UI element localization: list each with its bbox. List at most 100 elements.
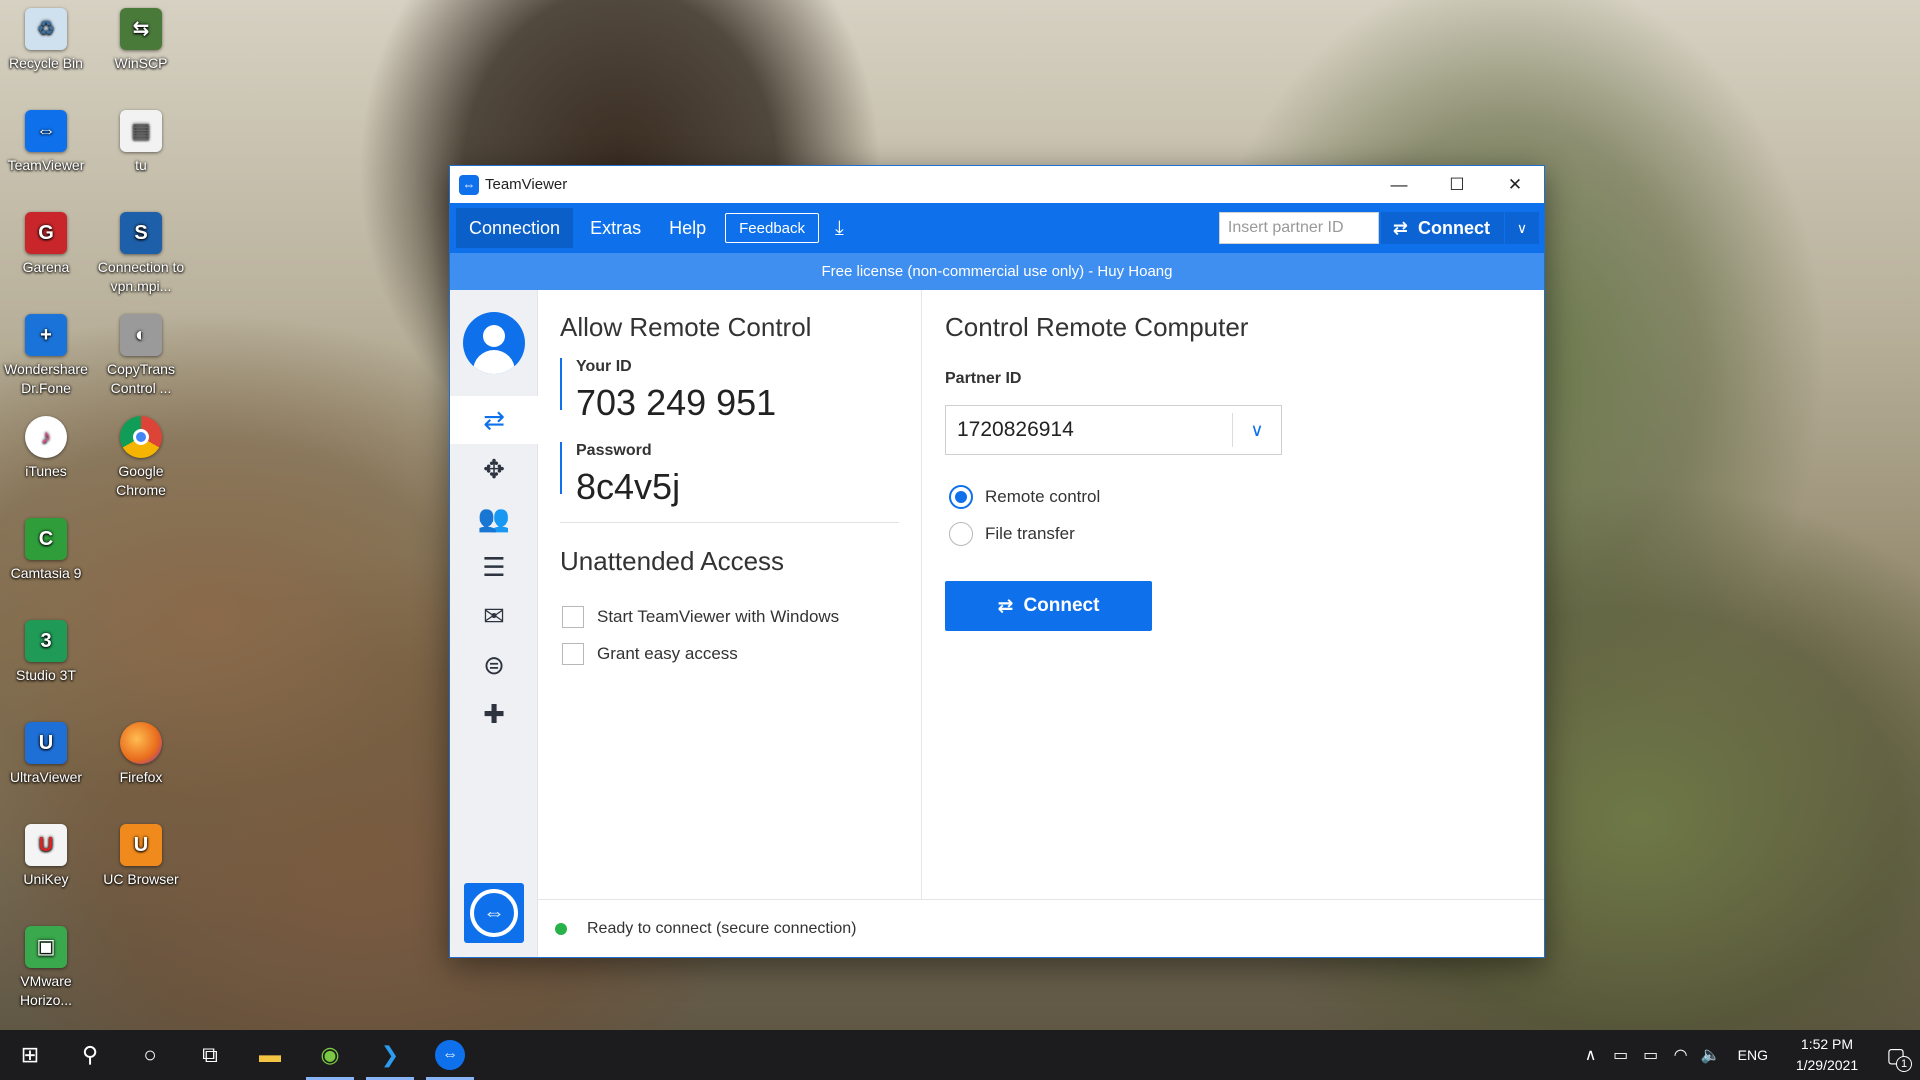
language-indicator[interactable]: ENG	[1738, 1047, 1768, 1063]
desktop-icon-studio3t[interactable]: 3 Studio 3T	[0, 620, 92, 685]
desktop-icon-label: tu	[135, 157, 147, 173]
desktop-icon-vpn-connection[interactable]: S Connection to vpn.mpi...	[95, 212, 187, 296]
sidebar-item-remote-control[interactable]: ⇄	[450, 396, 538, 444]
remote-control-option[interactable]: Remote control	[949, 485, 1100, 509]
allow-remote-title: Allow Remote Control	[560, 312, 812, 342]
volume-icon[interactable]: 🔈	[1696, 1045, 1726, 1065]
download-icon[interactable]: ⤓	[835, 217, 844, 240]
desktop-icon-ultraviewer[interactable]: U UltraViewer	[0, 722, 92, 787]
taskbar-teamviewer[interactable]: ⇔	[420, 1030, 480, 1080]
chevron-down-icon[interactable]: ∨	[1233, 420, 1281, 441]
start-button[interactable]: ⊞	[0, 1030, 60, 1080]
quick-connect-button[interactable]: ⇄ Connect	[1380, 212, 1504, 244]
desktop-icon-unikey[interactable]: U UniKey	[0, 824, 92, 889]
taskbar-app-green[interactable]: ◉	[300, 1030, 360, 1080]
maximize-button[interactable]: ☐	[1428, 166, 1486, 203]
partner-id-input[interactable]	[1218, 212, 1379, 244]
connect-button-label: Connect	[1023, 595, 1100, 616]
desktop-icon-label: TeamViewer	[7, 157, 85, 173]
chevron-up-icon[interactable]: ∧	[1576, 1045, 1606, 1065]
task-view-button[interactable]: ⧉	[180, 1030, 240, 1080]
sidebar-item-chat[interactable]: ✉	[450, 592, 538, 640]
desktop-icon-label: Connection to vpn.mpi...	[97, 259, 185, 294]
desktop-icon-teamviewer[interactable]: ⇔ TeamViewer	[0, 110, 92, 175]
windows-icon: ⊞	[20, 1042, 40, 1067]
vscode-icon: ❯	[380, 1042, 400, 1067]
your-id-group: Your ID 703 249 951	[560, 358, 776, 423]
grant-easy-access-row[interactable]: Grant easy access	[562, 643, 738, 665]
partner-id-value[interactable]: 1720826914	[946, 418, 1232, 442]
chat-icon: ✉	[483, 600, 505, 631]
minimize-button[interactable]: —	[1370, 166, 1428, 203]
desktop-icon-tu[interactable]: ▤ tu	[95, 110, 187, 175]
grant-easy-access-checkbox[interactable]	[562, 643, 584, 665]
file-transfer-label: File transfer	[985, 524, 1075, 543]
meet-now-icon[interactable]: ▭	[1606, 1045, 1636, 1065]
puzzle-icon: ✚	[483, 698, 505, 729]
start-with-windows-checkbox[interactable]	[562, 606, 584, 628]
clock-time: 1:52 PM	[1800, 1036, 1854, 1052]
uc-browser-icon: U	[120, 824, 162, 866]
desktop-icon-vmware-horizon[interactable]: ▣ VMware Horizo...	[0, 926, 92, 1010]
taskbar: ⊞ ⚲ ○ ⧉ ▬ ◉ ❯ ⇔ ∧ ▭ ▭ ◠ 🔈 ENG 1:52 PM 1/…	[0, 1030, 1920, 1080]
taskbar-file-explorer[interactable]: ▬	[240, 1030, 300, 1080]
sidebar-item-contacts[interactable]: ☰	[450, 543, 538, 591]
menu-extras[interactable]: Extras	[579, 208, 652, 248]
desktop-icon-uc-browser[interactable]: U UC Browser	[95, 824, 187, 889]
desktop-icon-drfone[interactable]: + Wondershare Dr.Fone	[0, 314, 92, 398]
sidebar-item-apps[interactable]: ✚	[450, 690, 538, 738]
password-value[interactable]: 8c4v5j	[576, 466, 680, 508]
drfone-icon: +	[25, 314, 67, 356]
sidebar-item-augmented-reality[interactable]: ⊜	[450, 641, 538, 689]
section-divider	[560, 522, 899, 523]
quick-connect-dropdown[interactable]: ∨	[1505, 212, 1539, 244]
menu-help[interactable]: Help	[658, 208, 717, 248]
window-controls: — ☐ ✕	[1370, 166, 1544, 203]
start-with-windows-label: Start TeamViewer with Windows	[597, 607, 840, 626]
feedback-button[interactable]: Feedback	[725, 213, 819, 243]
sidebar-item-community[interactable]: 👥	[450, 494, 538, 542]
cortana-button[interactable]: ○	[120, 1030, 180, 1080]
taskbar-vscode[interactable]: ❯	[360, 1030, 420, 1080]
password-group: Password 8c4v5j	[560, 442, 680, 507]
file-icon: ▤	[120, 110, 162, 152]
desktop-icon-copytrans[interactable]: ◐ CopyTrans Control ...	[95, 314, 187, 398]
your-id-value[interactable]: 703 249 951	[576, 382, 776, 424]
camtasia-icon: C	[25, 518, 67, 560]
desktop-icon-recycle-bin[interactable]: ♻ Recycle Bin	[0, 8, 92, 73]
clock-date: 1/29/2021	[1795, 1057, 1859, 1073]
file-transfer-radio[interactable]	[949, 522, 973, 546]
system-tray: ∧ ▭ ▭ ◠ 🔈 ENG 1:52 PM 1/29/2021 ▢ 1	[1576, 1030, 1920, 1080]
garena-icon: G	[25, 212, 67, 254]
menu-connection[interactable]: Connection	[456, 208, 574, 248]
desktop-icon-label: UniKey	[23, 871, 69, 887]
desktop-icon-label: WinSCP	[114, 55, 168, 71]
file-transfer-option[interactable]: File transfer	[949, 522, 1075, 546]
desktop-icon-chrome[interactable]: Google Chrome	[95, 416, 187, 500]
notification-center-button[interactable]: ▢ 1	[1872, 1030, 1920, 1080]
start-with-windows-row[interactable]: Start TeamViewer with Windows	[562, 606, 839, 628]
app-icon: ◉	[320, 1042, 340, 1067]
account-avatar[interactable]	[463, 312, 525, 374]
desktop-icon-itunes[interactable]: ♪ iTunes	[0, 416, 92, 481]
sidebar-item-meeting[interactable]: ✥	[450, 445, 538, 493]
chrome-icon	[120, 416, 162, 458]
desktop-icon-firefox[interactable]: Firefox	[95, 722, 187, 787]
clock[interactable]: 1:52 PM 1/29/2021	[1782, 1034, 1872, 1076]
battery-icon[interactable]: ▭	[1636, 1045, 1666, 1065]
title-bar[interactable]: ⇔ TeamViewer — ☐ ✕	[450, 166, 1544, 203]
partner-id-combobox[interactable]: 1720826914 ∨	[945, 405, 1282, 455]
teamviewer-arrows-icon: ⇔	[470, 889, 518, 937]
close-button[interactable]: ✕	[1486, 166, 1544, 203]
desktop-icon-winscp[interactable]: ⇆ WinSCP	[95, 8, 187, 73]
connect-button[interactable]: ⇄ Connect	[945, 581, 1152, 631]
desktop-icon-garena[interactable]: G Garena	[0, 212, 92, 277]
connect-arrows-icon: ⇄	[997, 595, 1014, 617]
search-button[interactable]: ⚲	[60, 1030, 120, 1080]
user-icon-body	[473, 350, 515, 374]
main-area: ⇄ ✥ 👥 ☰ ✉ ⊜ ✚ ⇔ Allow Remote Control You…	[450, 290, 1544, 957]
remote-control-radio[interactable]	[949, 485, 973, 509]
wifi-icon[interactable]: ◠	[1666, 1045, 1696, 1065]
desktop-icon-camtasia[interactable]: C Camtasia 9	[0, 518, 92, 583]
password-label: Password	[576, 442, 652, 459]
